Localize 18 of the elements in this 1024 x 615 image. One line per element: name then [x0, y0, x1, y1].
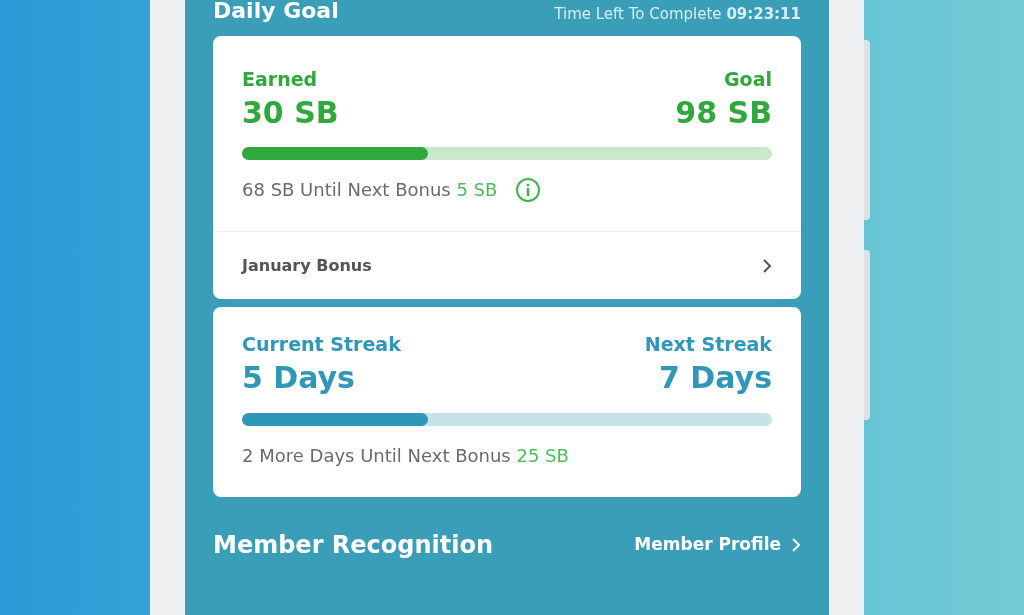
info-icon[interactable]	[515, 176, 542, 203]
row-label: January Bonus	[242, 254, 372, 277]
progress-note: 2 More Days Until Next Bonus 25 SB	[242, 443, 569, 468]
stat-value: 30 SB	[242, 93, 339, 132]
stat-label: Earned	[242, 68, 319, 92]
section-title: Daily Goal	[213, 0, 339, 22]
stat-label: Goal	[724, 68, 772, 92]
countdown-text: Time Left To Complete 09:23:11	[554, 7, 801, 22]
chevron-right-icon	[791, 536, 801, 553]
stat-label: Next Streak	[644, 333, 772, 357]
section-title: Member Recognition	[213, 529, 494, 561]
stat-value: 98 SB	[675, 93, 772, 132]
stat-value: 5 Days	[242, 359, 356, 397]
stat-label: Current Streak	[242, 333, 401, 357]
list-row[interactable]: January Bonus	[213, 231, 801, 300]
progress-note: 68 SB Until Next Bonus 5 SB	[242, 178, 498, 203]
stat-value: 7 Days	[659, 359, 772, 397]
chevron-right-icon	[762, 257, 772, 274]
